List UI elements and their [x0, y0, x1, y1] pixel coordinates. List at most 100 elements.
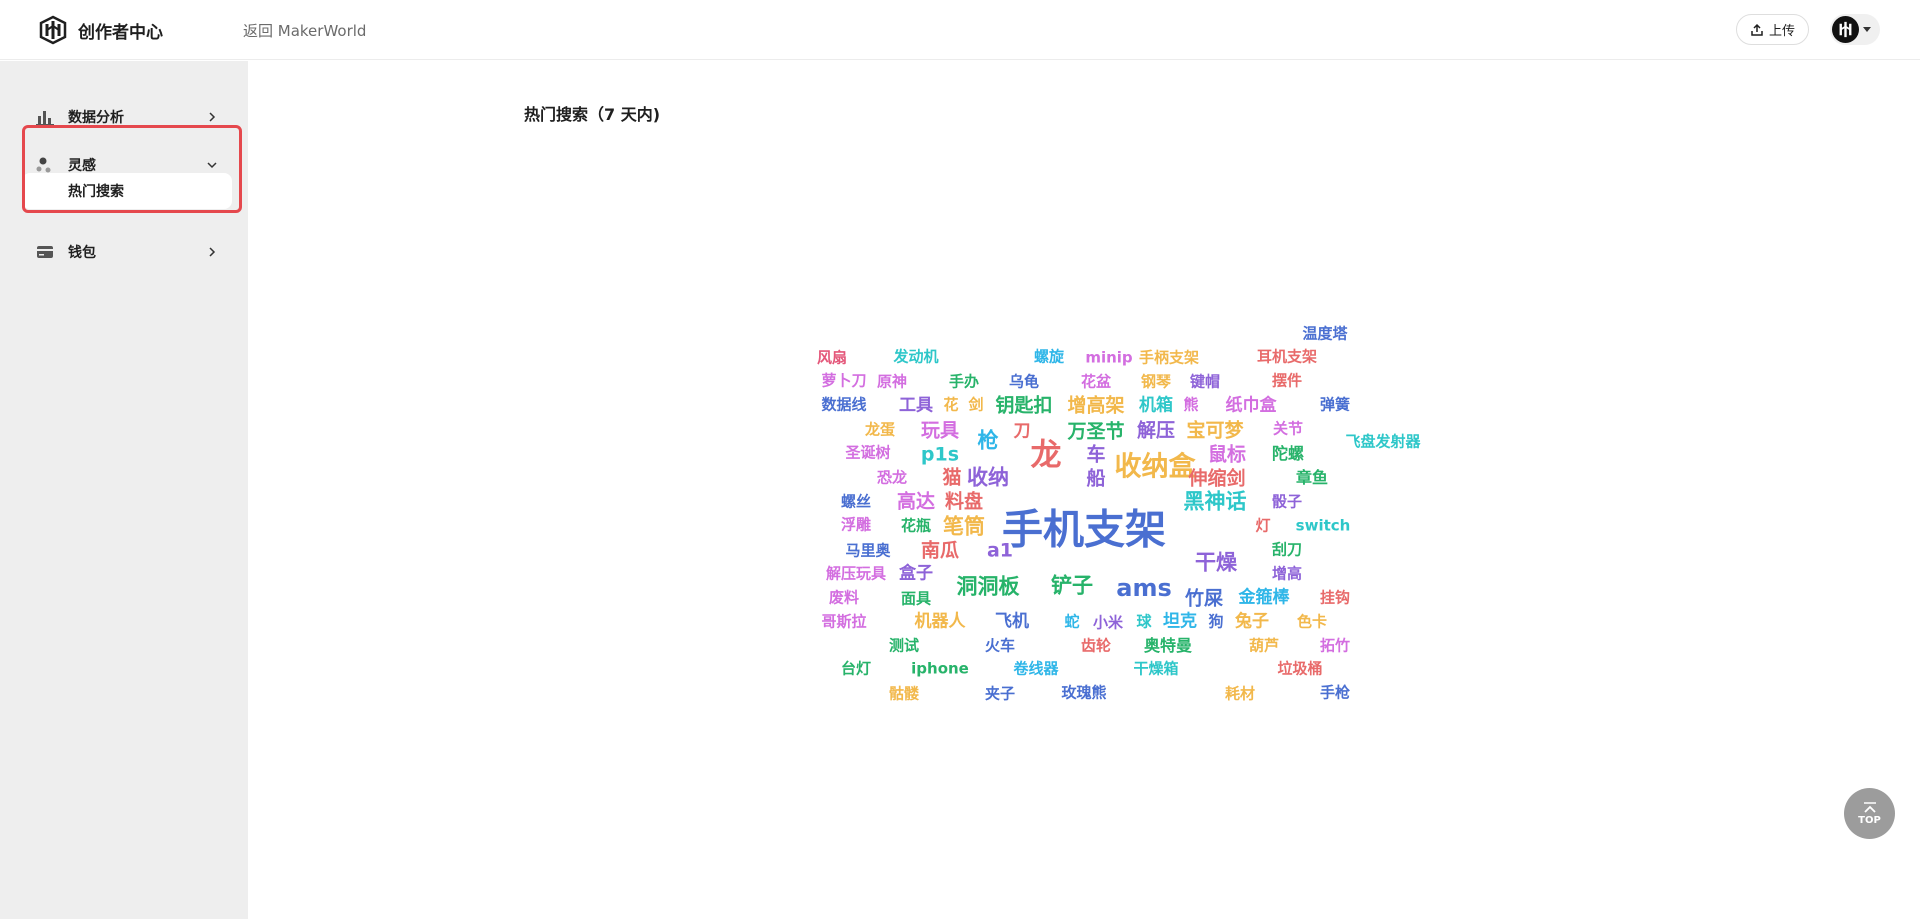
- upload-button[interactable]: 上传: [1736, 14, 1809, 45]
- word-cloud-term[interactable]: 料盘: [945, 492, 983, 512]
- word-cloud-term[interactable]: switch: [1296, 518, 1351, 534]
- word-cloud-term[interactable]: 机箱: [1139, 397, 1173, 415]
- word-cloud-term[interactable]: 陀螺: [1272, 446, 1304, 462]
- word-cloud-term[interactable]: 耳机支架: [1257, 349, 1317, 365]
- word-cloud-term[interactable]: 工具: [899, 397, 933, 415]
- word-cloud-term[interactable]: 船: [1086, 469, 1105, 489]
- word-cloud-term[interactable]: 手柄支架: [1139, 350, 1199, 366]
- word-cloud-term[interactable]: 笔筒: [943, 516, 985, 538]
- word-cloud-term[interactable]: 骰子: [1272, 494, 1302, 510]
- word-cloud-term[interactable]: 钢琴: [1141, 374, 1171, 390]
- word-cloud-term[interactable]: 花盆: [1081, 374, 1111, 390]
- app-logo[interactable]: 创作者中心: [38, 15, 163, 45]
- word-cloud-term[interactable]: 螺丝: [841, 494, 871, 510]
- word-cloud-term[interactable]: 增高架: [1067, 396, 1124, 416]
- word-cloud-term[interactable]: 发动机: [893, 349, 938, 365]
- word-cloud-term[interactable]: 洞洞板: [957, 576, 1020, 598]
- word-cloud-term[interactable]: 灯: [1255, 518, 1270, 534]
- back-to-top-button[interactable]: TOP: [1844, 788, 1895, 839]
- word-cloud-term[interactable]: 增高: [1272, 566, 1302, 582]
- word-cloud-term[interactable]: 伸缩剑: [1188, 469, 1245, 489]
- word-cloud-term[interactable]: 手办: [949, 374, 979, 390]
- word-cloud-term[interactable]: 盒子: [899, 565, 933, 583]
- word-cloud-term[interactable]: 解压: [1137, 421, 1175, 441]
- word-cloud-term[interactable]: 手机支架: [1002, 509, 1166, 551]
- word-cloud-term[interactable]: 夹子: [985, 686, 1015, 702]
- sidebar-item-data-analysis[interactable]: 数据分析: [22, 97, 230, 137]
- sidebar-item-wallet[interactable]: 钱包: [22, 232, 230, 272]
- word-cloud-term[interactable]: 竹屎: [1185, 589, 1223, 609]
- word-cloud-term[interactable]: 熊: [1183, 397, 1198, 413]
- word-cloud-term[interactable]: 浮雕: [841, 517, 871, 533]
- word-cloud-term[interactable]: 挂钩: [1320, 590, 1350, 606]
- word-cloud-term[interactable]: 关节: [1273, 421, 1303, 437]
- word-cloud-term[interactable]: 收纳: [967, 467, 1009, 489]
- word-cloud-term[interactable]: iphone: [911, 661, 969, 677]
- word-cloud-term[interactable]: 宝可梦: [1186, 421, 1243, 441]
- word-cloud-term[interactable]: 色卡: [1297, 614, 1327, 630]
- word-cloud-term[interactable]: 刀: [1014, 423, 1031, 441]
- word-cloud-term[interactable]: 卷线器: [1013, 661, 1058, 677]
- word-cloud-term[interactable]: 章鱼: [1296, 470, 1328, 486]
- word-cloud-term[interactable]: 龙蛋: [865, 422, 895, 438]
- word-cloud-term[interactable]: 圣诞树: [845, 445, 890, 461]
- word-cloud-term[interactable]: 收纳盒: [1115, 454, 1196, 481]
- word-cloud-term[interactable]: 耗材: [1225, 686, 1255, 702]
- word-cloud-term[interactable]: 飞机: [995, 613, 1029, 631]
- word-cloud-term[interactable]: 原神: [877, 374, 907, 390]
- word-cloud-term[interactable]: 测试: [889, 638, 919, 654]
- word-cloud-term[interactable]: 兔子: [1235, 613, 1269, 631]
- word-cloud-term[interactable]: 金箍棒: [1239, 589, 1290, 607]
- word-cloud-term[interactable]: 马里奥: [845, 543, 890, 559]
- word-cloud-term[interactable]: 摆件: [1272, 373, 1302, 389]
- word-cloud-term[interactable]: 废料: [829, 590, 859, 606]
- word-cloud-term[interactable]: 坦克: [1163, 613, 1197, 631]
- word-cloud-term[interactable]: 干燥箱: [1133, 661, 1178, 677]
- word-cloud-term[interactable]: 枪: [978, 430, 999, 452]
- word-cloud-term[interactable]: 台灯: [841, 661, 871, 677]
- word-cloud-term[interactable]: 面具: [901, 591, 931, 607]
- word-cloud-term[interactable]: 花瓶: [901, 518, 931, 534]
- word-cloud-term[interactable]: p1s: [921, 445, 959, 465]
- word-cloud-term[interactable]: 铲子: [1051, 575, 1093, 597]
- word-cloud-term[interactable]: 高达: [897, 492, 935, 512]
- word-cloud-term[interactable]: 鼠标: [1208, 445, 1246, 465]
- word-cloud-term[interactable]: 刮刀: [1272, 542, 1302, 558]
- word-cloud-term[interactable]: 垃圾桶: [1277, 661, 1322, 677]
- word-cloud-term[interactable]: 剑: [968, 397, 983, 413]
- word-cloud-term[interactable]: 温度塔: [1302, 326, 1347, 342]
- word-cloud-term[interactable]: 风扇: [817, 350, 847, 366]
- word-cloud-term[interactable]: 拓竹: [1320, 638, 1350, 654]
- word-cloud-term[interactable]: 哥斯拉: [821, 614, 866, 630]
- word-cloud-term[interactable]: 干燥: [1195, 552, 1237, 574]
- word-cloud-term[interactable]: 飞盘发射器: [1345, 434, 1420, 450]
- back-to-makerworld-link[interactable]: 返回 MakerWorld: [243, 20, 366, 41]
- word-cloud-term[interactable]: 钥匙扣: [995, 396, 1052, 416]
- word-cloud-term[interactable]: 纸巾盒: [1226, 397, 1277, 415]
- word-cloud-term[interactable]: 黑神话: [1184, 491, 1247, 513]
- word-cloud-term[interactable]: 小米: [1093, 615, 1123, 631]
- word-cloud-term[interactable]: 葫芦: [1249, 638, 1279, 654]
- word-cloud-term[interactable]: 恐龙: [877, 470, 907, 486]
- word-cloud-term[interactable]: a1: [987, 541, 1013, 561]
- word-cloud-term[interactable]: 手枪: [1320, 685, 1350, 701]
- sidebar-subitem-hot-search[interactable]: 热门搜索: [22, 173, 232, 209]
- word-cloud-term[interactable]: 奥特曼: [1144, 638, 1192, 654]
- word-cloud-term[interactable]: 南瓜: [921, 541, 959, 561]
- word-cloud-term[interactable]: 弹簧: [1320, 397, 1350, 413]
- word-cloud-term[interactable]: 花: [943, 397, 958, 413]
- word-cloud-term[interactable]: 蛇: [1064, 614, 1079, 630]
- word-cloud-term[interactable]: 狗: [1208, 614, 1223, 630]
- word-cloud-term[interactable]: 玩具: [921, 421, 959, 441]
- word-cloud-term[interactable]: 车: [1086, 445, 1105, 465]
- word-cloud-term[interactable]: 万圣节: [1067, 422, 1124, 442]
- word-cloud-term[interactable]: ams: [1116, 576, 1172, 600]
- word-cloud-term[interactable]: 龙: [1031, 440, 1062, 472]
- word-cloud-term[interactable]: 螺旋: [1034, 349, 1064, 365]
- word-cloud-term[interactable]: 骷髅: [889, 686, 919, 702]
- word-cloud-term[interactable]: 机器人: [915, 613, 966, 631]
- word-cloud-term[interactable]: 键帽: [1190, 374, 1220, 390]
- word-cloud-term[interactable]: minip: [1085, 350, 1132, 366]
- word-cloud-term[interactable]: 玫瑰熊: [1061, 685, 1106, 701]
- word-cloud-term[interactable]: 萝卜刀: [821, 373, 866, 389]
